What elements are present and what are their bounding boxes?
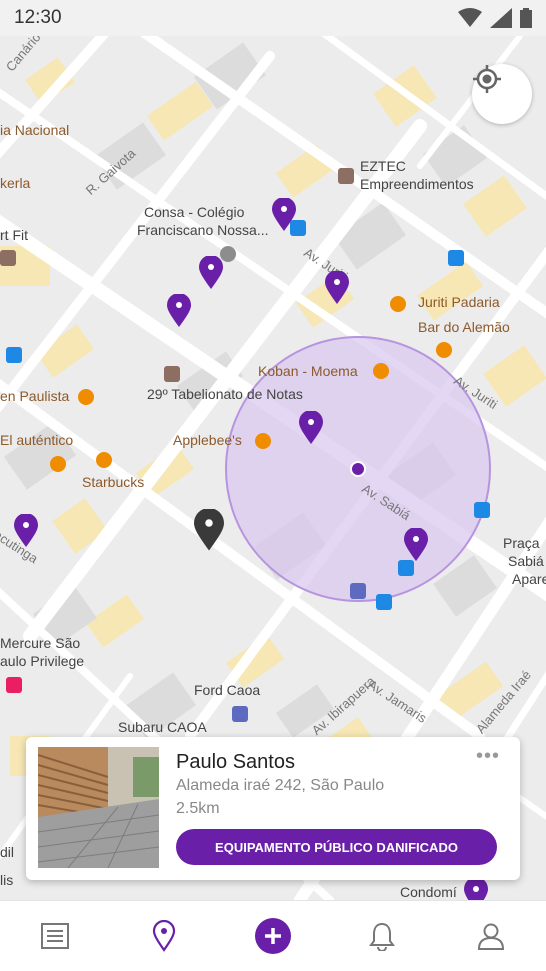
battery-icon — [520, 8, 532, 28]
restaurant-icon[interactable] — [50, 456, 66, 472]
cafe-icon[interactable] — [96, 452, 112, 468]
report-pin[interactable] — [404, 528, 428, 562]
map-label: Mercure São — [0, 635, 81, 651]
map-label: EZTEC — [360, 158, 406, 174]
bus-stop-icon[interactable] — [376, 594, 392, 610]
crosshair-icon — [473, 65, 501, 93]
hotel-icon[interactable] — [6, 677, 22, 693]
list-icon — [40, 923, 69, 949]
restaurant-icon[interactable] — [436, 342, 452, 358]
map-label: lis — [0, 872, 14, 888]
bus-stop-icon[interactable] — [6, 347, 22, 363]
nav-add-button[interactable] — [243, 906, 303, 966]
map-label: Condomí — [400, 884, 457, 900]
report-category-tag[interactable]: EQUIPAMENTO PÚBLICO DANIFICADO — [176, 829, 497, 865]
map-label: Ford Caoa — [194, 682, 261, 698]
shopping-icon[interactable] — [232, 706, 248, 722]
map-label: Koban - Moema — [258, 363, 358, 379]
wifi-icon — [458, 8, 482, 27]
map-label: Apare — [512, 571, 546, 587]
bell-icon — [369, 922, 396, 951]
map-label: Sabiá — [508, 553, 544, 569]
report-address: Alameda iraé 242, São Paulo — [176, 777, 385, 794]
nav-map-button[interactable] — [134, 906, 194, 966]
report-pin[interactable] — [199, 256, 223, 290]
report-pin[interactable] — [14, 514, 38, 548]
reporter-name: Paulo Santos — [176, 751, 295, 773]
nav-profile-button[interactable] — [461, 906, 521, 966]
map-label: 29º Tabelionato de Notas — [147, 386, 303, 402]
map-pin-icon — [152, 920, 175, 952]
bus-stop-icon[interactable] — [398, 560, 414, 576]
map-label: en Paulista — [0, 388, 70, 404]
map-label: rt Fit — [0, 227, 28, 243]
poi-marker[interactable] — [164, 366, 180, 382]
report-pin[interactable] — [167, 294, 191, 328]
report-pin[interactable] — [272, 198, 296, 232]
status-icons — [458, 8, 532, 28]
report-card[interactable]: Paulo Santos Alameda iraé 242, São Paulo… — [26, 737, 520, 880]
bus-stop-icon[interactable] — [474, 502, 490, 518]
my-location-button[interactable] — [472, 64, 532, 124]
map-label: Starbucks — [82, 474, 145, 490]
map-label: dil — [0, 844, 15, 860]
report-distance: 2.5km — [176, 800, 220, 817]
poi-marker[interactable] — [0, 250, 16, 266]
status-bar: 12:30 — [0, 0, 546, 36]
map-label: Bar do Alemão — [418, 319, 510, 335]
atm-icon[interactable] — [350, 583, 366, 599]
status-time: 12:30 — [14, 7, 62, 28]
report-pin[interactable] — [299, 411, 323, 445]
map-label: kerla — [0, 175, 31, 191]
report-pin[interactable] — [464, 878, 488, 900]
bar-icon[interactable] — [78, 389, 94, 405]
map-label: Franciscano Nossa... — [137, 222, 269, 238]
nav-list-button[interactable] — [25, 906, 85, 966]
add-icon — [254, 918, 291, 954]
poi-marker[interactable] — [338, 168, 354, 184]
map-label: Juriti Padaria — [418, 294, 500, 310]
nav-notifications-button[interactable] — [352, 906, 412, 966]
map-label: Applebee's — [173, 432, 242, 448]
signal-icon — [490, 8, 512, 28]
map-label: ia Nacional — [0, 122, 70, 138]
restaurant-icon[interactable] — [390, 296, 406, 312]
map-label: El auténtico — [0, 432, 74, 448]
map-label: Praça — [503, 535, 540, 551]
restaurant-icon[interactable] — [373, 363, 389, 379]
map-label: Consa - Colégio — [144, 204, 245, 220]
bottom-navigation — [0, 900, 546, 971]
report-pin[interactable] — [325, 271, 349, 305]
restaurant-icon[interactable] — [255, 433, 271, 449]
map-label: Subaru CAOA — [118, 719, 207, 735]
bus-stop-icon[interactable] — [448, 250, 464, 266]
map-label: Empreendimentos — [360, 176, 474, 192]
report-photo — [38, 747, 159, 868]
selected-report-pin[interactable] — [194, 509, 224, 552]
more-options-icon[interactable]: ••• — [476, 745, 500, 768]
profile-icon — [478, 923, 505, 950]
map-label: aulo Privilege — [0, 653, 85, 669]
